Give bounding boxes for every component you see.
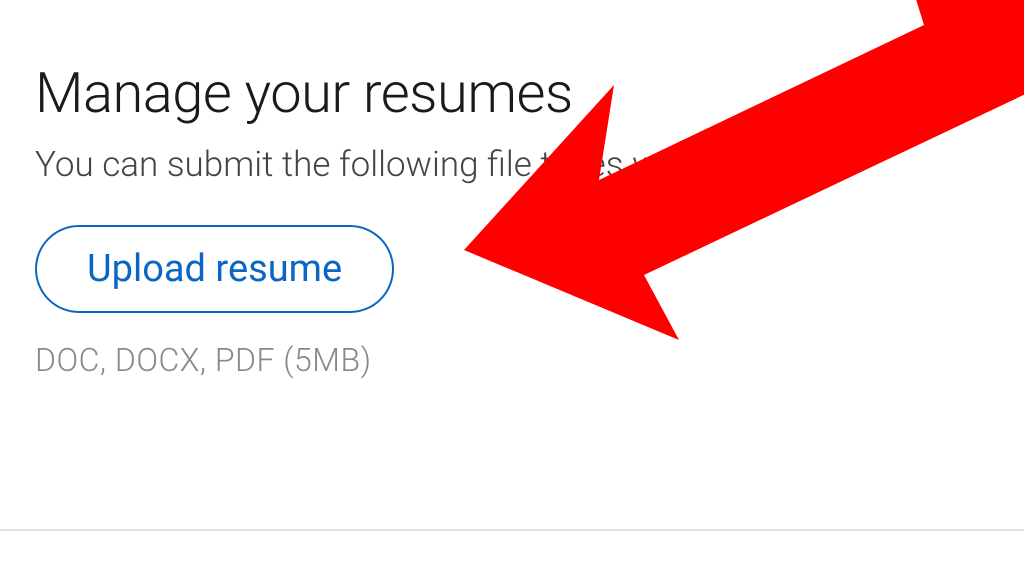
section-heading: Manage your resumes [35,60,1024,126]
section-subtitle: You can submit the following file types … [35,144,1024,185]
file-format-hint: DOC, DOCX, PDF (5MB) [35,341,1024,379]
upload-resume-button[interactable]: Upload resume [35,225,394,313]
divider-line [0,529,1024,531]
resume-section: Manage your resumes You can submit the f… [0,0,1024,379]
